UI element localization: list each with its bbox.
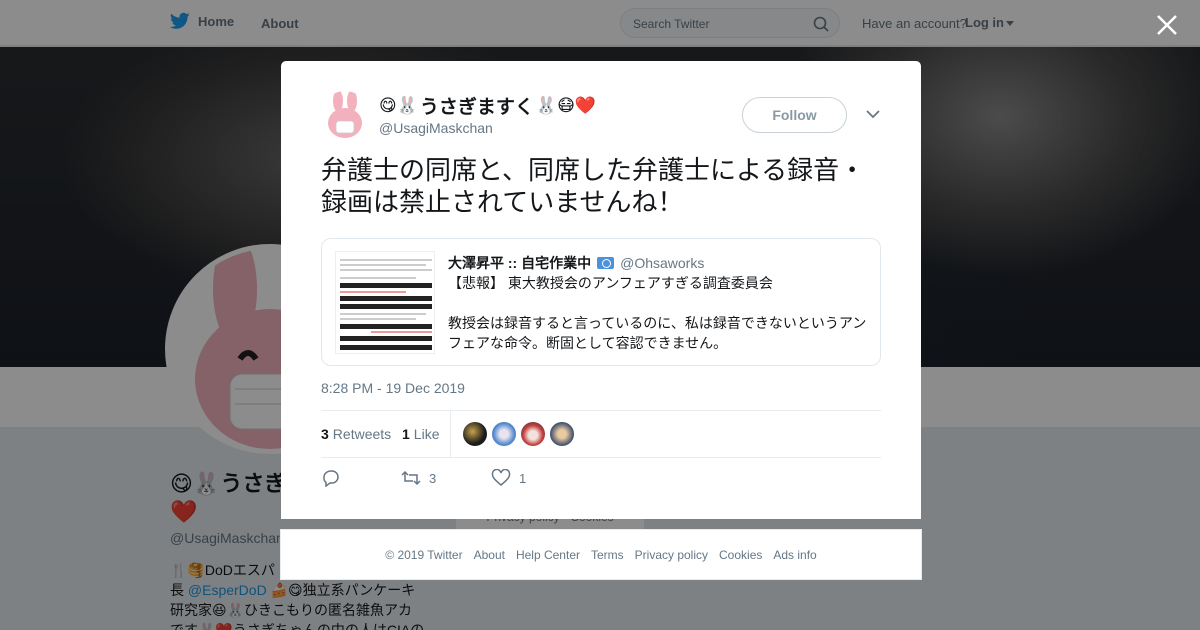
rabbit-mask-avatar-icon xyxy=(321,91,369,139)
tweet-modal: 😋🐰 うさぎますく 🐰😷❤️ @UsagiMaskchan Follow 弁護士… xyxy=(281,61,921,519)
likes-label: Like xyxy=(413,426,440,442)
heart-icon xyxy=(491,469,511,486)
likes-stat[interactable]: 1 Like xyxy=(402,426,439,442)
avatar[interactable] xyxy=(521,422,545,446)
un-flag-icon xyxy=(597,257,615,269)
quoted-author-name: 大澤昇平 :: 自宅作業中 xyxy=(448,255,592,271)
footer-link-about[interactable]: About xyxy=(474,548,505,562)
like-count: 1 xyxy=(519,470,527,486)
close-icon[interactable] xyxy=(1154,12,1180,38)
footer-link-privacy[interactable]: Privacy policy xyxy=(635,548,708,562)
tweet-stats: 3 Retweets 1 Like xyxy=(321,410,881,458)
footer-copyright: © 2019 Twitter xyxy=(385,547,463,562)
footer-link-ads-info[interactable]: Ads info xyxy=(773,548,816,562)
reply-icon xyxy=(323,470,339,487)
footer-link-terms[interactable]: Terms xyxy=(591,548,624,562)
author-handle[interactable]: @UsagiMaskchan xyxy=(379,120,493,136)
retweet-button[interactable]: 3 xyxy=(401,469,491,487)
author-name-text: うさぎますく xyxy=(419,97,534,118)
retweets-stat[interactable]: 3 Retweets xyxy=(321,426,391,442)
follow-button[interactable]: Follow xyxy=(742,97,847,133)
retweets-label: Retweets xyxy=(332,426,392,442)
tweet-actions: 3 1 xyxy=(321,469,526,487)
footer-link-cookies[interactable]: Cookies xyxy=(719,548,762,562)
author-name-emoji: 🐰😷❤️ xyxy=(535,95,596,115)
retweet-icon xyxy=(401,470,421,486)
quoted-tweet-text: 【悲報】 東大教授会のアンフェアすぎる調査委員会 教授会は録音すると言っているの… xyxy=(448,275,867,351)
like-button[interactable]: 1 xyxy=(491,469,526,487)
liker-avatars xyxy=(463,422,574,446)
likes-count: 1 xyxy=(402,426,410,442)
quoted-author-handle: @Ohsaworks xyxy=(620,255,705,271)
quoted-tweet-image[interactable] xyxy=(335,251,435,354)
footer-link-help-center[interactable]: Help Center xyxy=(516,548,580,562)
author-name[interactable]: 😋🐰 うさぎますく 🐰😷❤️ xyxy=(379,92,596,119)
document-thumbnail-icon xyxy=(336,252,434,353)
tweet-timestamp[interactable]: 8:28 PM - 19 Dec 2019 xyxy=(321,380,465,396)
author-avatar[interactable] xyxy=(321,91,369,139)
avatar[interactable] xyxy=(463,422,487,446)
quoted-author: 大澤昇平 :: 自宅作業中 @Ohsaworks xyxy=(448,253,704,273)
avatar[interactable] xyxy=(492,422,516,446)
avatar[interactable] xyxy=(550,422,574,446)
footer-links: © 2019 Twitter About Help Center Terms P… xyxy=(280,529,922,580)
author-name-emoji: 😋🐰 xyxy=(379,95,418,115)
stats-divider xyxy=(450,411,451,457)
retweets-count: 3 xyxy=(321,426,329,442)
reply-button[interactable] xyxy=(321,469,401,487)
chevron-down-icon[interactable] xyxy=(866,109,880,119)
quoted-tweet-card[interactable]: 大澤昇平 :: 自宅作業中 @Ohsaworks 【悲報】 東大教授会のアンフェ… xyxy=(321,238,881,366)
tweet-text: 弁護士の同席と、同席した弁護士による録音・録画は禁止されていませんね！ xyxy=(321,155,866,217)
retweet-count: 3 xyxy=(429,470,437,486)
